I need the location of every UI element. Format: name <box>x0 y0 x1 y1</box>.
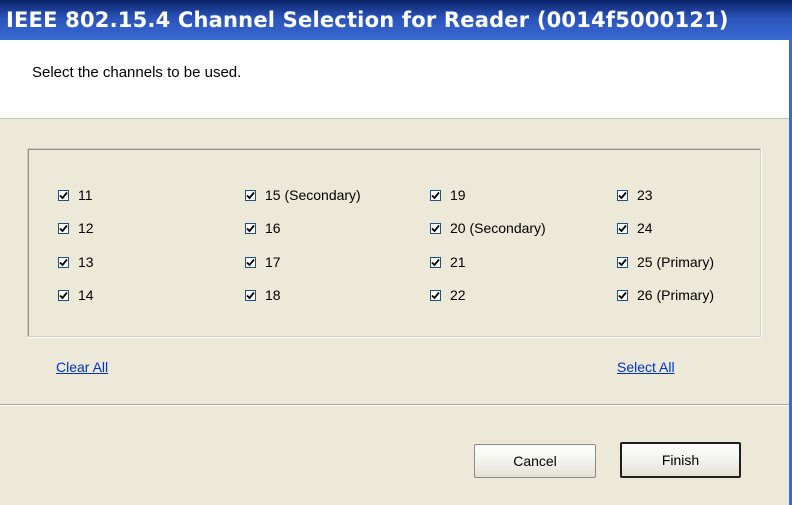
channel-label: 12 <box>78 220 94 236</box>
channel-checkbox-13[interactable]: 13 <box>58 254 94 270</box>
channel-checkbox-14[interactable]: 14 <box>58 287 94 303</box>
checkbox-check-icon[interactable] <box>58 222 69 234</box>
channel-checkbox-19[interactable]: 19 <box>430 187 466 203</box>
channel-checkbox-15[interactable]: 15 (Secondary) <box>245 187 361 203</box>
window-title: IEEE 802.15.4 Channel Selection for Read… <box>6 8 729 32</box>
instruction-text: Select the channels to be used. <box>32 64 242 81</box>
channel-label: 18 <box>265 287 281 303</box>
checkbox-check-icon[interactable] <box>617 289 628 301</box>
cancel-button[interactable]: Cancel <box>474 444 596 478</box>
select-all-link[interactable]: Select All <box>617 359 675 375</box>
channel-label: 20 (Secondary) <box>450 220 546 236</box>
channel-label: 17 <box>265 254 281 270</box>
channel-label: 14 <box>78 287 94 303</box>
channel-label: 19 <box>450 187 466 203</box>
checkbox-check-icon[interactable] <box>58 189 69 201</box>
channel-checkbox-22[interactable]: 22 <box>430 287 466 303</box>
channel-label: 11 <box>78 187 93 203</box>
channel-checkbox-24[interactable]: 24 <box>617 220 653 236</box>
channel-checkbox-16[interactable]: 16 <box>245 220 281 236</box>
channel-label: 16 <box>265 220 281 236</box>
channel-checkbox-11[interactable]: 11 <box>58 187 93 203</box>
channel-label: 22 <box>450 287 466 303</box>
checkbox-check-icon[interactable] <box>430 256 441 268</box>
checkbox-check-icon[interactable] <box>617 222 628 234</box>
channel-label: 21 <box>450 254 466 270</box>
checkbox-check-icon[interactable] <box>430 222 441 234</box>
footer-divider <box>0 404 792 406</box>
channel-group <box>27 148 761 337</box>
channel-checkbox-25[interactable]: 25 (Primary) <box>617 254 714 270</box>
checkbox-check-icon[interactable] <box>617 256 628 268</box>
checkbox-check-icon[interactable] <box>58 289 69 301</box>
checkbox-check-icon[interactable] <box>245 256 256 268</box>
channel-checkbox-18[interactable]: 18 <box>245 287 281 303</box>
channel-label: 23 <box>637 187 653 203</box>
checkbox-check-icon[interactable] <box>245 189 256 201</box>
channel-label: 13 <box>78 254 94 270</box>
channel-label: 25 (Primary) <box>637 254 715 270</box>
title-bar[interactable]: IEEE 802.15.4 Channel Selection for Read… <box>0 0 792 40</box>
channel-checkbox-23[interactable]: 23 <box>617 187 653 203</box>
header-panel: Select the channels to be used. <box>0 40 792 119</box>
channel-checkbox-17[interactable]: 17 <box>245 254 281 270</box>
checkbox-check-icon[interactable] <box>430 189 441 201</box>
checkbox-check-icon[interactable] <box>245 289 256 301</box>
channel-label: 26 (Primary) <box>637 287 715 303</box>
checkbox-check-icon[interactable] <box>430 289 441 301</box>
clear-all-link[interactable]: Clear All <box>56 359 108 375</box>
channel-checkbox-20[interactable]: 20 (Secondary) <box>430 220 546 236</box>
finish-button[interactable]: Finish <box>620 442 741 478</box>
checkbox-check-icon[interactable] <box>245 222 256 234</box>
finish-button-label: Finish <box>661 452 700 468</box>
checkbox-check-icon[interactable] <box>617 189 628 201</box>
checkbox-check-icon[interactable] <box>58 256 69 268</box>
channel-checkbox-12[interactable]: 12 <box>58 220 94 236</box>
channel-checkbox-21[interactable]: 21 <box>430 254 466 270</box>
cancel-button-label: Cancel <box>513 453 557 469</box>
channel-label: 24 <box>637 220 653 236</box>
channel-label: 15 (Secondary) <box>265 187 361 203</box>
channel-checkbox-26[interactable]: 26 (Primary) <box>617 287 714 303</box>
